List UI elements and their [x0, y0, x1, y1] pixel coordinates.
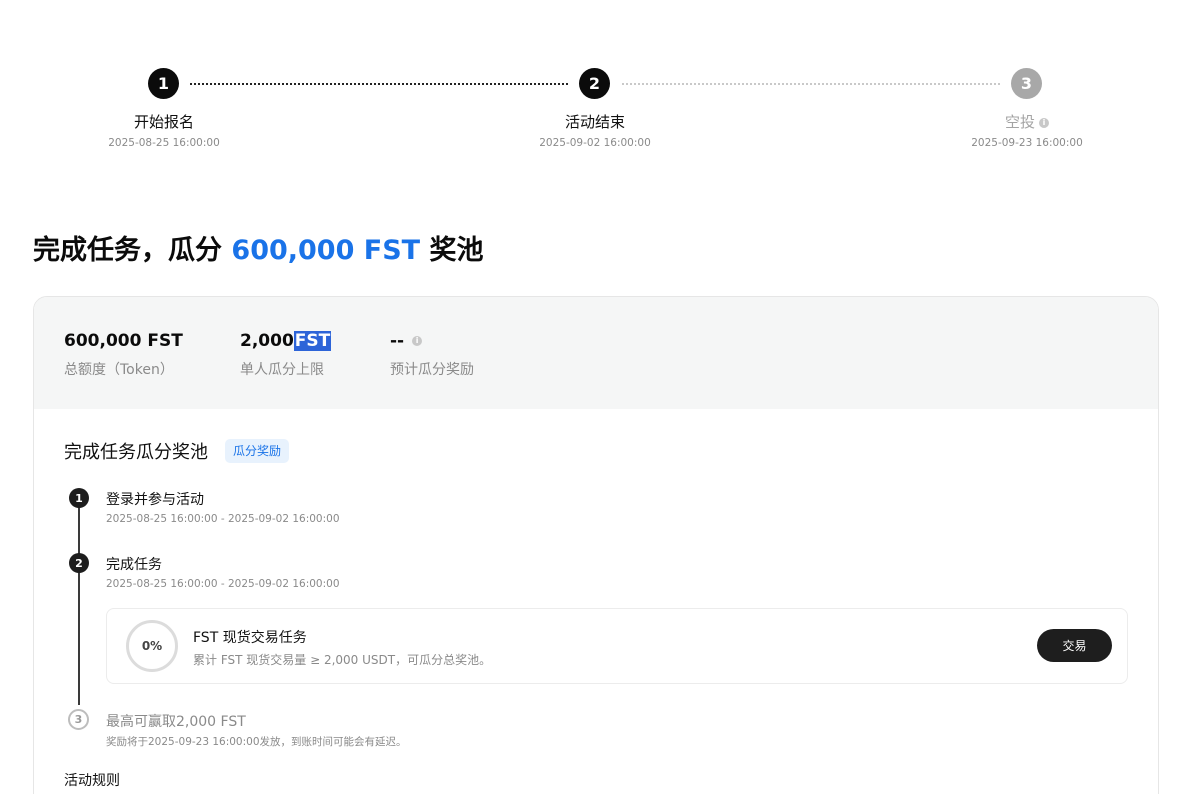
title-suffix: 奖池	[420, 235, 484, 266]
step-1-date: 2025-08-25 16:00:00	[108, 137, 220, 149]
step-2-label: 活动结束	[564, 113, 625, 131]
timeline-step-3-number: 3	[68, 709, 89, 730]
stat-cap-unit: FST	[293, 331, 332, 351]
rules-title: 活动规则	[64, 773, 120, 789]
timeline-step-3-title: 最高可赢取2,000 FST	[106, 714, 246, 730]
timeline-step-2-title: 完成任务	[106, 557, 162, 573]
stat-estimate: -- i 预计瓜分奖励	[390, 331, 474, 379]
timeline-step-1-date: 2025-08-25 16:00:00 - 2025-09-02 16:00:0…	[106, 513, 340, 525]
section-title: 完成任务瓜分奖池	[64, 442, 208, 463]
timeline-step-1-number: 1	[69, 488, 89, 508]
timeline-step-1-title: 登录并参与活动	[106, 492, 204, 508]
stat-estimate-label: 预计瓜分奖励	[390, 362, 474, 378]
timeline-step-3-note: 奖励将于2025-09-23 16:00:00发放，到账时间可能会有延迟。	[106, 736, 407, 748]
info-icon[interactable]: i	[1039, 117, 1049, 128]
step-2-circle: 2	[579, 68, 610, 99]
stat-total-value: 600,000 FST	[64, 331, 183, 351]
step-3-circle: 3	[1011, 68, 1042, 99]
stats-panel: 600,000 FST 总额度（Token） 2,000FST 单人瓜分上限 -…	[34, 297, 1158, 409]
campaign-page: 1 2 3 开始报名 活动结束 空投 i 2025-08-25 16:00:00 …	[0, 0, 1199, 794]
step-2-date: 2025-09-02 16:00:00	[539, 137, 651, 149]
timeline-line	[78, 502, 80, 705]
page-title: 完成任务，瓜分 600,000 FST 奖池	[33, 228, 484, 267]
stepper-connector-2	[622, 83, 1000, 85]
step-3-label-text: 空投	[1004, 113, 1035, 131]
stat-total-label: 总额度（Token）	[64, 362, 174, 378]
task-description: 累计 FST 现货交易量 ≥ 2,000 USDT，可瓜分总奖池。	[193, 653, 492, 667]
reward-card: 600,000 FST 总额度（Token） 2,000FST 单人瓜分上限 -…	[33, 296, 1159, 794]
task-card: 0% FST 现货交易任务 累计 FST 现货交易量 ≥ 2,000 USDT，…	[106, 608, 1128, 684]
title-amount: 600,000 FST	[231, 235, 421, 266]
step-3-date: 2025-09-23 16:00:00	[971, 137, 1083, 149]
stepper-connector-1	[190, 83, 568, 85]
stat-estimate-value: -- i	[390, 331, 474, 351]
reward-type-badge: 瓜分奖励	[225, 439, 290, 463]
campaign-stepper: 1 2 3 开始报名 活动结束 空投 i 2025-08-25 16:00:00 …	[0, 0, 1199, 180]
timeline-step-2-date: 2025-08-25 16:00:00 - 2025-09-02 16:00:0…	[106, 578, 340, 590]
stat-estimate-number: --	[390, 331, 405, 351]
stat-total: 600,000 FST 总额度（Token）	[64, 331, 183, 379]
timeline-step-2-number: 2	[69, 553, 89, 573]
stat-cap-label: 单人瓜分上限	[240, 362, 324, 378]
step-1-circle: 1	[148, 68, 179, 99]
title-prefix: 完成任务，瓜分	[33, 235, 232, 266]
task-progress-ring: 0%	[126, 620, 178, 672]
step-3-label: 空投 i	[937, 111, 1117, 132]
step-1-label: 开始报名	[133, 113, 194, 131]
stat-cap: 2,000FST 单人瓜分上限	[240, 331, 332, 379]
info-icon[interactable]: i	[412, 336, 423, 346]
task-title: FST 现货交易任务	[193, 630, 307, 646]
trade-button[interactable]: 交易	[1037, 629, 1112, 662]
stat-cap-value: 2,000FST	[240, 331, 332, 351]
stat-cap-number: 2,000	[240, 331, 294, 351]
